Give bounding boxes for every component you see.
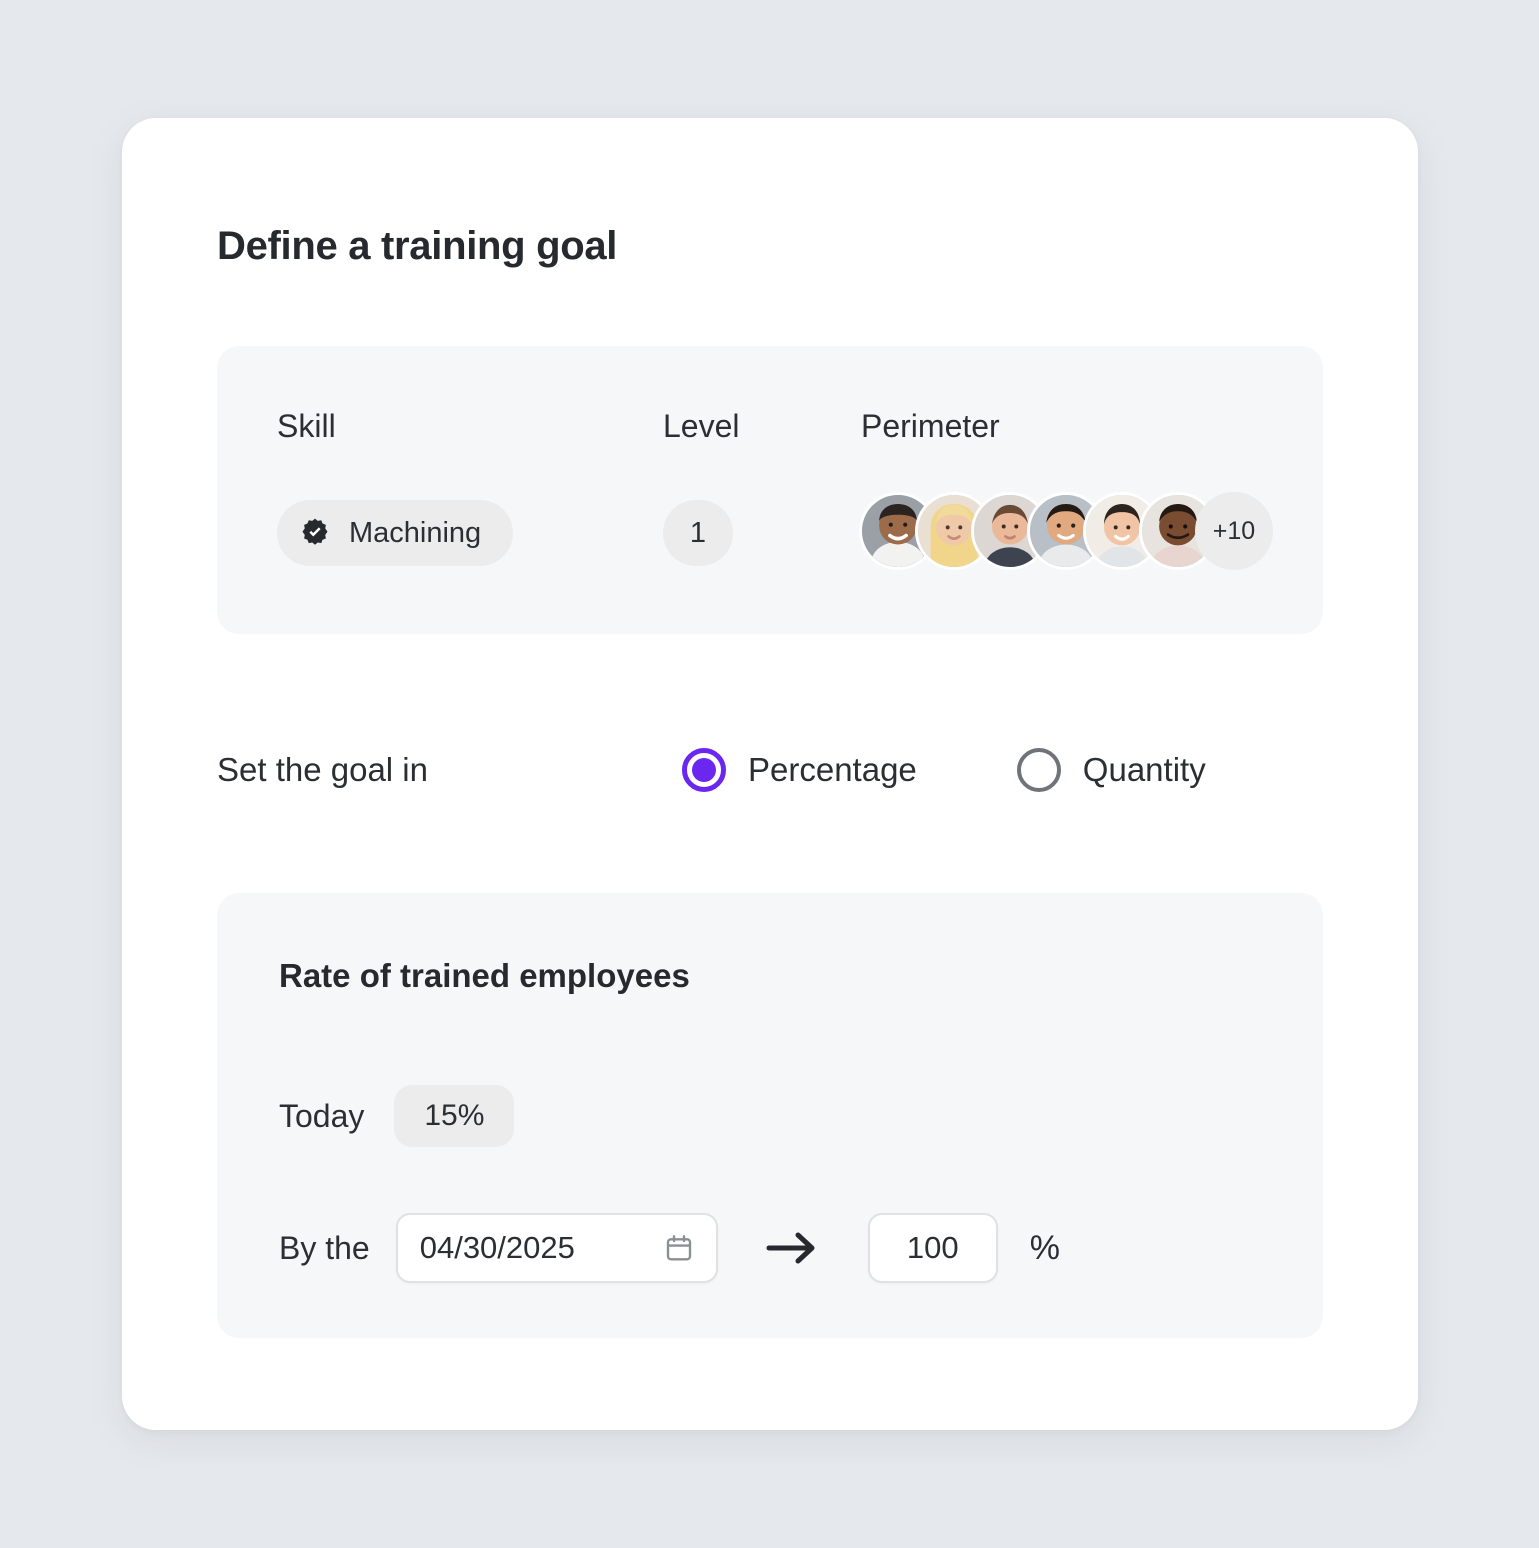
metric-title: Rate of trained employees [279,957,690,994]
goal-type-label: Set the goal in [217,751,428,788]
page-background: Define a training goal Skill Level Perim… [0,0,1539,1548]
target-date-input[interactable]: 04/30/2025 [395,1213,718,1283]
target-value-input[interactable]: 100 [867,1213,998,1283]
avatar-overflow-count[interactable]: +10 [1195,492,1273,570]
column-header-perimeter: Perimeter [861,408,1000,444]
badge-check-icon [299,517,331,549]
target-row: By the 04/30/2025 100 % [279,1213,1060,1283]
today-label: Today [279,1097,365,1134]
today-value-badge: 15% [394,1085,515,1147]
target-unit-label: % [1029,1228,1060,1267]
radio-option-percentage[interactable]: Percentage [682,748,917,792]
page-title: Define a training goal [217,224,618,268]
perimeter-avatar-stack[interactable]: +10 [859,492,1273,570]
radio-quantity-label: Quantity [1082,751,1206,788]
column-header-skill: Skill [277,408,336,444]
skill-chip-label: Machining [349,516,482,549]
metric-panel: Rate of trained employees Today 15% By t… [217,893,1323,1338]
radio-percentage-indicator[interactable] [682,748,726,792]
target-label: By the [279,1229,370,1266]
calendar-icon[interactable] [664,1233,694,1263]
skill-chip[interactable]: Machining [277,500,514,566]
radio-quantity-indicator[interactable] [1016,748,1061,792]
radio-option-quantity[interactable]: Quantity [1016,748,1206,792]
target-date-value: 04/30/2025 [419,1230,575,1265]
goal-type-row: Set the goal in Percentage Quantity [217,740,1323,800]
training-goal-card: Define a training goal Skill Level Perim… [122,118,1418,1430]
arrow-right-icon [718,1228,820,1268]
today-row: Today 15% [279,1085,515,1147]
column-header-level: Level [663,408,740,444]
radio-percentage-label: Percentage [748,751,917,788]
goal-attributes-panel: Skill Level Perimeter Machining 1 +10 [217,346,1323,634]
level-chip[interactable]: 1 [663,500,733,566]
